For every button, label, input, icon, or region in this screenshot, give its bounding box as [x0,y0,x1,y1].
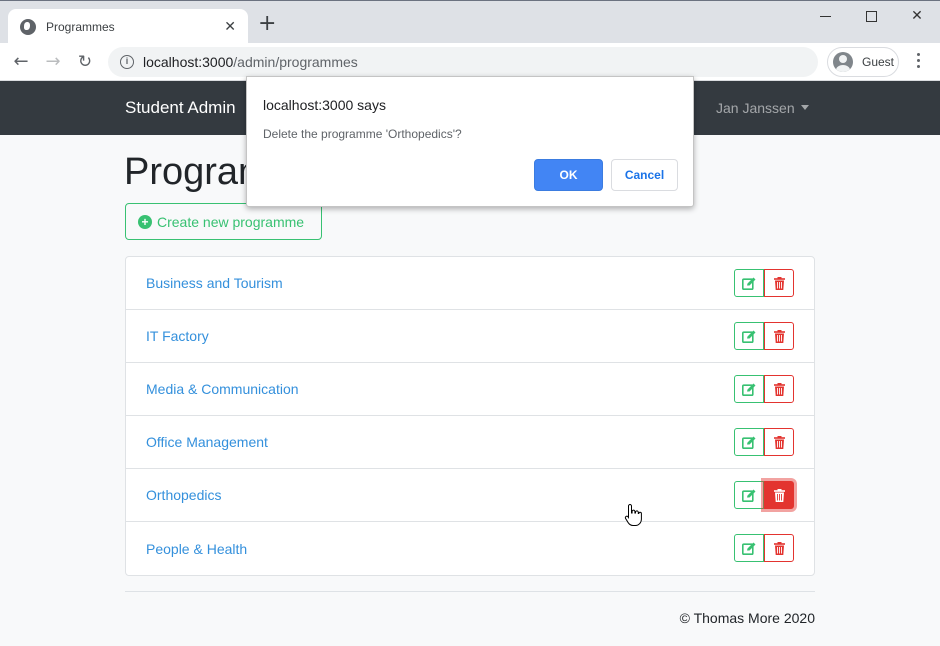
edit-icon [742,277,756,290]
tab-title: Programmes [46,19,115,34]
edit-button[interactable] [734,269,764,297]
dialog-message: Delete the programme 'Orthopedics'? [263,127,462,141]
edit-icon [742,542,756,555]
delete-button[interactable] [764,269,794,297]
url-host: localhost:3000 [143,54,234,70]
avatar-icon [833,52,853,72]
programme-row: Office Management [126,416,814,469]
programme-link[interactable]: Office Management [146,434,268,450]
plus-circle-icon: + [138,214,152,229]
row-actions [734,375,794,403]
window-close-button[interactable]: ✕ [894,5,940,27]
trash-icon [773,435,785,449]
programme-link[interactable]: IT Factory [146,328,209,344]
footer-copyright: © Thomas More 2020 [679,610,815,626]
profile-label: Guest [862,55,895,69]
row-actions [734,534,794,562]
arrow-right-icon: → [45,51,61,72]
brand-link[interactable]: Student Admin [125,98,236,118]
programme-row: Media & Communication [126,363,814,416]
browser-tab[interactable]: Programmes ✕ [8,9,248,44]
maximize-button[interactable] [848,5,894,27]
back-button[interactable]: ← [10,51,32,73]
reload-button[interactable]: ↻ [74,51,96,73]
edit-button[interactable] [734,375,764,403]
trash-icon [773,276,785,290]
globe-icon [20,18,36,35]
minimize-icon [819,15,831,17]
delete-button[interactable] [764,428,794,456]
programme-link[interactable]: Orthopedics [146,487,221,503]
confirm-dialog: localhost:3000 says Delete the programme… [246,76,694,207]
edit-button[interactable] [734,322,764,350]
edit-button[interactable] [734,428,764,456]
edit-button[interactable] [734,534,764,562]
programme-link[interactable]: People & Health [146,541,247,557]
delete-button[interactable] [764,322,794,350]
create-programme-label: Create new programme [157,213,305,230]
new-tab-button[interactable]: + [258,13,276,35]
trash-icon [773,541,785,555]
edit-icon [742,436,756,449]
row-actions [734,428,794,456]
dialog-title: localhost:3000 says [263,97,386,113]
delete-button[interactable] [764,481,794,509]
row-actions [734,322,794,350]
delete-button[interactable] [764,375,794,403]
user-dropdown[interactable]: Jan Janssen [716,100,809,116]
caret-down-icon [800,105,809,110]
dialog-ok-button[interactable]: OK [534,159,603,191]
programme-list: Business and Tourism IT Factory Media & … [125,256,815,576]
trash-icon [773,382,785,396]
url-text: localhost:3000/admin/programmes [143,54,358,70]
browser-window: Programmes ✕ + ✕ ← → ↻ i localhost:3000/… [0,0,940,646]
arrow-left-icon: ← [13,51,29,72]
url-path: /admin/programmes [233,54,358,70]
programme-link[interactable]: Media & Communication [146,381,299,397]
info-icon[interactable]: i [120,55,134,69]
programme-row: Orthopedics [126,469,814,522]
row-actions [734,269,794,297]
address-bar[interactable]: i localhost:3000/admin/programmes [108,47,818,77]
delete-button[interactable] [764,534,794,562]
tab-close-icon[interactable]: ✕ [224,19,236,35]
minimize-button[interactable] [802,5,848,27]
edit-icon [742,489,756,502]
browser-menu-icon[interactable] [912,53,924,73]
edit-button[interactable] [734,481,764,509]
edit-icon [742,383,756,396]
profile-button[interactable]: Guest [827,47,899,77]
footer-divider [125,591,815,592]
programme-link[interactable]: Business and Tourism [146,275,283,291]
create-programme-button[interactable]: + Create new programme [125,203,322,240]
dialog-cancel-button[interactable]: Cancel [611,159,678,191]
trash-icon [773,488,785,502]
programme-row: People & Health [126,522,814,575]
forward-button[interactable]: → [42,51,64,73]
close-icon: ✕ [911,8,923,24]
reload-icon: ↻ [77,52,93,72]
edit-icon [742,330,756,343]
tab-strip: Programmes ✕ + ✕ [0,1,940,44]
programme-row: IT Factory [126,310,814,363]
row-actions [734,481,794,509]
maximize-icon [865,10,877,22]
trash-icon [773,329,785,343]
programme-row: Business and Tourism [126,257,814,310]
user-name: Jan Janssen [716,100,795,116]
